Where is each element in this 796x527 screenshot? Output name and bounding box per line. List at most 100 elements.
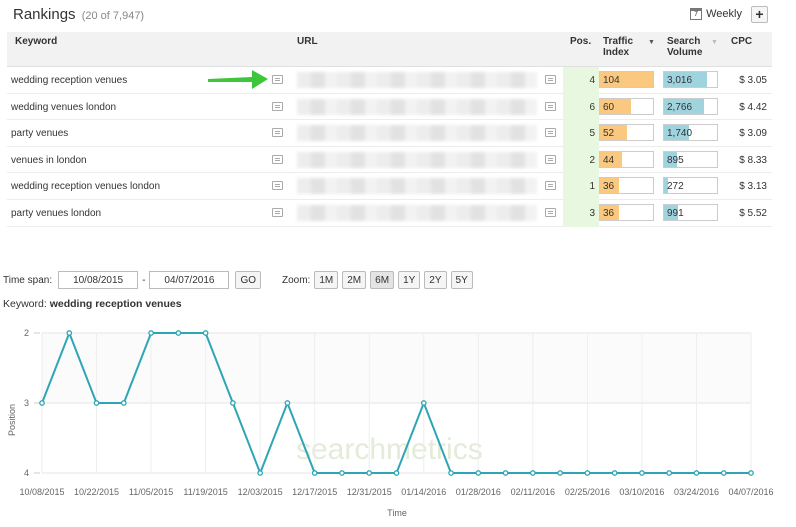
keyword-cell[interactable]: wedding reception venues london [11, 181, 160, 192]
search-volume-bar: 2,766 [663, 97, 718, 115]
data-point[interactable] [339, 470, 345, 476]
rankings-header: Rankings (20 of 7,947) 7 Weekly + [0, 0, 796, 30]
serp-details-icon[interactable] [272, 128, 283, 138]
url-cell-blurred[interactable] [297, 125, 537, 142]
serp-details-icon[interactable] [272, 181, 283, 191]
rankings-table: Keyword URL Pos. Traffic Index ▼ Search … [7, 32, 772, 227]
zoom-label: Zoom: [282, 274, 311, 286]
date-separator: - [142, 274, 146, 286]
keyword-value: wedding reception venues [49, 298, 182, 310]
data-point[interactable] [120, 400, 127, 406]
cpc-value: $ 4.42 [739, 101, 767, 113]
data-point[interactable] [502, 470, 509, 476]
table-row[interactable]: venues in london 2 44 895 $ 8.33 [7, 146, 772, 174]
snippet-icon[interactable] [545, 101, 556, 111]
add-button[interactable]: + [751, 6, 768, 23]
keyword-cell[interactable]: party venues [11, 128, 68, 139]
data-point[interactable] [175, 330, 182, 336]
sort-desc-icon[interactable]: ▼ [648, 39, 655, 46]
column-url[interactable]: URL [297, 36, 318, 47]
snippet-icon[interactable] [545, 207, 556, 217]
snippet-icon[interactable] [545, 128, 556, 138]
zoom-1m-button[interactable]: 1M [314, 271, 339, 289]
snippet-icon[interactable] [545, 75, 556, 84]
data-point[interactable] [393, 470, 400, 476]
zoom-5y-button[interactable]: 5Y [450, 271, 473, 289]
data-point[interactable] [557, 470, 563, 476]
data-point[interactable] [529, 470, 536, 476]
data-point[interactable] [93, 400, 100, 406]
column-keyword[interactable]: Keyword [15, 36, 57, 47]
url-cell-blurred[interactable] [297, 151, 537, 168]
data-point[interactable] [66, 330, 73, 336]
keyword-cell[interactable]: venues in london [11, 155, 87, 166]
position-chart: searchmetrics 2 3 4 10/08/2015 10/22/2015 11… [7, 328, 774, 518]
zoom-2y-button[interactable]: 2Y [424, 271, 447, 289]
search-volume-value: 991 [667, 207, 684, 219]
column-pos[interactable]: Pos. [570, 36, 591, 47]
data-point[interactable] [311, 470, 318, 476]
url-cell-blurred[interactable] [297, 72, 537, 88]
data-point[interactable] [584, 470, 591, 476]
cpc-value: $ 3.05 [739, 75, 767, 86]
data-point[interactable] [448, 470, 454, 476]
zoom-2m-button[interactable]: 2M [342, 271, 367, 289]
search-volume-value: 1,740 [667, 128, 693, 140]
data-point[interactable] [693, 470, 700, 476]
column-search-volume[interactable]: Search Volume [667, 36, 702, 58]
data-point[interactable] [39, 400, 45, 406]
sort-icon[interactable]: ▼ [711, 39, 718, 46]
data-point[interactable] [202, 330, 209, 336]
go-button[interactable]: GO [235, 271, 261, 289]
traffic-index-line2: Index [603, 47, 630, 58]
keyword-cell[interactable]: party venues london [11, 208, 101, 219]
traffic-index-value: 104 [603, 75, 620, 86]
position-cell: 1 [563, 173, 599, 200]
column-traffic-index[interactable]: Traffic Index [603, 36, 633, 58]
data-point[interactable] [230, 400, 236, 406]
url-cell-blurred[interactable] [297, 178, 537, 195]
table-row[interactable]: wedding reception venues 4 104 3,016 $ 3.05 [7, 67, 772, 94]
traffic-index-value: 60 [603, 101, 615, 113]
serp-details-icon[interactable] [272, 101, 283, 111]
y-axis-title: Position [7, 404, 17, 436]
url-cell-blurred[interactable] [297, 204, 537, 221]
x-axis-ticks: 10/08/2015 10/22/2015 11/05/2015 11/19/2015… [19, 487, 773, 497]
serp-details-icon[interactable] [272, 75, 283, 84]
x-tick-label: 12/17/2015 [292, 487, 337, 497]
to-date-input[interactable] [149, 271, 230, 289]
serp-details-icon[interactable] [272, 207, 283, 217]
data-point[interactable] [611, 470, 618, 476]
snippet-icon[interactable] [545, 181, 556, 191]
table-row[interactable]: wedding reception venues london 1 36 272 $ 3… [7, 173, 772, 200]
data-point[interactable] [748, 470, 754, 476]
keyword-cell[interactable]: wedding venues london [11, 102, 116, 113]
data-point[interactable] [475, 470, 482, 476]
data-point[interactable] [666, 470, 673, 476]
data-point[interactable] [148, 330, 154, 336]
zoom-6m-button[interactable]: 6M [370, 271, 395, 289]
x-tick-label: 03/10/2016 [619, 487, 664, 497]
data-point[interactable] [366, 470, 373, 476]
data-point[interactable] [284, 400, 291, 406]
url-cell-blurred[interactable] [297, 98, 537, 115]
snippet-icon[interactable] [545, 154, 556, 164]
zoom-1y-button[interactable]: 1Y [398, 271, 421, 289]
data-point[interactable] [420, 400, 427, 406]
table-body: wedding reception venues 4 104 3,016 $ 3.05 w… [7, 67, 772, 227]
weekly-toggle[interactable]: 7 Weekly [690, 8, 742, 20]
data-point[interactable] [257, 470, 264, 476]
table-row[interactable]: wedding venues london 6 60 2,766 $ 4.42 [7, 93, 772, 121]
table-row[interactable]: party venues 5 52 1,740 $ 3.09 [7, 120, 772, 147]
table-row[interactable]: party venues london 3 36 991 $ 5.52 [7, 199, 772, 227]
search-volume-value: 272 [667, 181, 684, 193]
x-tick-label: 11/05/2015 [129, 487, 173, 497]
position-value: 5 [589, 128, 595, 140]
data-point[interactable] [720, 470, 727, 476]
data-point[interactable] [639, 470, 645, 476]
keyword-cell[interactable]: wedding reception venues [11, 75, 127, 86]
searchmetrics-watermark: searchmetrics [296, 433, 483, 466]
serp-details-icon[interactable] [272, 154, 283, 164]
column-cpc[interactable]: CPC [731, 36, 752, 47]
from-date-input[interactable] [58, 271, 139, 289]
